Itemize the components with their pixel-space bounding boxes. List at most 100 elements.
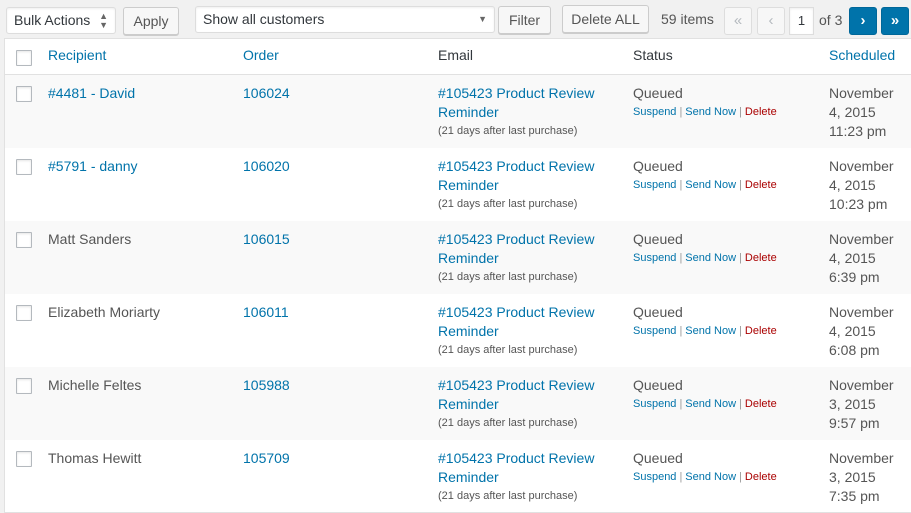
status-cell: Queued Suspend | Send Now | Delete bbox=[633, 449, 777, 487]
suspend-link[interactable]: Suspend bbox=[633, 252, 676, 264]
suspend-link[interactable]: Suspend bbox=[633, 471, 676, 483]
recipient-cell[interactable]: #4481 - David bbox=[48, 84, 135, 103]
status-cell: Queued Suspend | Send Now | Delete bbox=[633, 157, 777, 195]
next-page-button[interactable]: › bbox=[849, 7, 877, 35]
items-count: 59 items bbox=[661, 11, 714, 27]
order-link[interactable]: 106024 bbox=[243, 84, 290, 103]
action-separator: | bbox=[739, 179, 742, 191]
row-checkbox[interactable] bbox=[16, 86, 32, 102]
email-cell: #105423 Product Review Reminder (21 days … bbox=[438, 376, 603, 433]
action-separator: | bbox=[679, 106, 683, 118]
row-actions: Suspend | Send Now | Delete bbox=[633, 322, 777, 341]
status-text: Queued bbox=[633, 377, 683, 393]
recipient-cell[interactable]: #5791 - danny bbox=[48, 157, 138, 176]
row-actions: Suspend | Send Now | Delete bbox=[633, 103, 777, 122]
last-page-button[interactable]: » bbox=[881, 7, 909, 35]
dropdown-arrow-icon: ▼ bbox=[478, 14, 487, 24]
updown-arrow-icon: ▲ ▼ bbox=[99, 11, 108, 30]
order-link[interactable]: 106011 bbox=[243, 303, 289, 322]
suspend-link[interactable]: Suspend bbox=[633, 179, 676, 191]
scheduled-cell: November 3, 2015 9:57 pm bbox=[829, 377, 894, 431]
action-separator: | bbox=[679, 325, 683, 337]
email-title-link[interactable]: #105423 Product Review Reminder bbox=[438, 449, 603, 487]
delete-link[interactable]: Delete bbox=[745, 252, 777, 264]
row-checkbox[interactable] bbox=[16, 451, 32, 467]
order-link[interactable]: 106020 bbox=[243, 157, 290, 176]
email-title-link[interactable]: #105423 Product Review Reminder bbox=[438, 376, 603, 414]
recipient-cell: Thomas Hewitt bbox=[48, 450, 142, 466]
row-checkbox[interactable] bbox=[16, 378, 32, 394]
customer-filter-select[interactable]: Show all customers ▼ bbox=[195, 6, 495, 33]
suspend-link[interactable]: Suspend bbox=[633, 325, 676, 337]
filter-button[interactable]: Filter bbox=[498, 6, 551, 34]
suspend-link[interactable]: Suspend bbox=[633, 398, 676, 410]
email-title-link[interactable]: #105423 Product Review Reminder bbox=[438, 84, 603, 122]
email-title-link[interactable]: #105423 Product Review Reminder bbox=[438, 230, 603, 268]
select-all-checkbox[interactable] bbox=[16, 50, 32, 66]
email-title-link[interactable]: #105423 Product Review Reminder bbox=[438, 303, 603, 341]
delete-link[interactable]: Delete bbox=[745, 106, 777, 118]
table-row: Matt Sanders 106015 #105423 Product Review… bbox=[5, 221, 911, 294]
email-cell: #105423 Product Review Reminder (21 days … bbox=[438, 84, 603, 141]
action-separator: | bbox=[679, 398, 683, 410]
bulk-actions-label: Bulk Actions bbox=[14, 12, 91, 28]
order-link[interactable]: 105709 bbox=[243, 449, 290, 468]
delete-link[interactable]: Delete bbox=[745, 325, 777, 337]
status-text: Queued bbox=[633, 158, 683, 174]
order-link[interactable]: 106015 bbox=[243, 230, 290, 249]
email-note: (21 days after last purchase) bbox=[438, 198, 578, 210]
delete-link[interactable]: Delete bbox=[745, 398, 777, 410]
status-text: Queued bbox=[633, 450, 683, 466]
row-checkbox[interactable] bbox=[16, 159, 32, 175]
status-cell: Queued Suspend | Send Now | Delete bbox=[633, 84, 777, 122]
order-link[interactable]: 105988 bbox=[243, 376, 290, 395]
column-header-order[interactable]: Order bbox=[243, 47, 279, 63]
column-header-email: Email bbox=[438, 47, 474, 63]
action-separator: | bbox=[679, 179, 683, 191]
recipient-cell: Matt Sanders bbox=[48, 231, 132, 247]
prev-page-button[interactable]: ‹ bbox=[757, 7, 785, 35]
email-cell: #105423 Product Review Reminder (21 days … bbox=[438, 449, 603, 506]
row-actions: Suspend | Send Now | Delete bbox=[633, 468, 777, 487]
row-actions: Suspend | Send Now | Delete bbox=[633, 176, 777, 195]
action-separator: | bbox=[679, 252, 683, 264]
column-header-status: Status bbox=[633, 47, 673, 63]
delete-link[interactable]: Delete bbox=[745, 179, 777, 191]
status-cell: Queued Suspend | Send Now | Delete bbox=[633, 376, 777, 414]
row-actions: Suspend | Send Now | Delete bbox=[633, 395, 777, 414]
status-text: Queued bbox=[633, 304, 683, 320]
send-now-link[interactable]: Send Now bbox=[685, 325, 736, 337]
action-separator: | bbox=[739, 325, 742, 337]
action-separator: | bbox=[739, 398, 742, 410]
column-header-recipient[interactable]: Recipient bbox=[48, 47, 106, 63]
table-row: #5791 - danny 106020 #105423 Product Revie… bbox=[5, 148, 911, 221]
bulk-actions-select[interactable]: Bulk Actions ▲ ▼ bbox=[6, 7, 116, 34]
customer-filter-label: Show all customers bbox=[203, 11, 325, 27]
scheduled-cell: November 4, 2015 11:23 pm bbox=[829, 85, 894, 139]
status-cell: Queued Suspend | Send Now | Delete bbox=[633, 303, 777, 341]
current-page-input[interactable]: 1 bbox=[789, 7, 814, 35]
apply-button[interactable]: Apply bbox=[123, 7, 179, 35]
send-now-link[interactable]: Send Now bbox=[685, 471, 736, 483]
scheduled-cell: November 4, 2015 6:08 pm bbox=[829, 304, 894, 358]
row-checkbox[interactable] bbox=[16, 305, 32, 321]
table-row: #4481 - David 106024 #105423 Product Revie… bbox=[5, 75, 911, 148]
status-cell: Queued Suspend | Send Now | Delete bbox=[633, 230, 777, 268]
email-title-link[interactable]: #105423 Product Review Reminder bbox=[438, 157, 603, 195]
first-page-button[interactable]: « bbox=[724, 7, 752, 35]
action-separator: | bbox=[739, 106, 742, 118]
email-note: (21 days after last purchase) bbox=[438, 417, 578, 429]
send-now-link[interactable]: Send Now bbox=[685, 106, 736, 118]
action-separator: | bbox=[739, 471, 742, 483]
email-cell: #105423 Product Review Reminder (21 days … bbox=[438, 157, 603, 214]
delete-link[interactable]: Delete bbox=[745, 471, 777, 483]
send-now-link[interactable]: Send Now bbox=[685, 398, 736, 410]
row-checkbox[interactable] bbox=[16, 232, 32, 248]
send-now-link[interactable]: Send Now bbox=[685, 179, 736, 191]
table-row: Michelle Feltes 105988 #105423 Product Rev… bbox=[5, 367, 911, 440]
send-now-link[interactable]: Send Now bbox=[685, 252, 736, 264]
column-header-scheduled[interactable]: Scheduled bbox=[829, 47, 895, 63]
delete-all-button[interactable]: Delete ALL bbox=[562, 5, 649, 33]
suspend-link[interactable]: Suspend bbox=[633, 106, 676, 118]
email-queue-table: Recipient Order Email Status Scheduled #… bbox=[4, 38, 911, 513]
